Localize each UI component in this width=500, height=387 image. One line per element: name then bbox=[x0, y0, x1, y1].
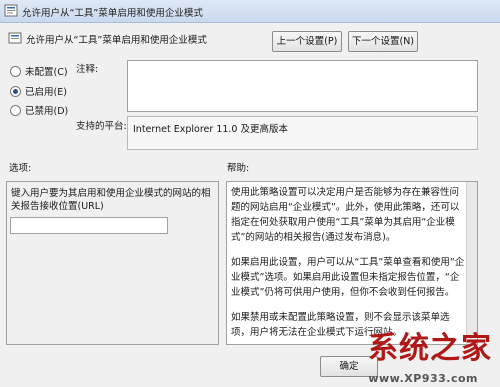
next-setting-button[interactable]: 下一个设置(N) bbox=[348, 31, 418, 52]
radio-label: 已禁用(D) bbox=[25, 106, 69, 117]
supported-platform-box: Internet Explorer 11.0 及更高版本 bbox=[127, 116, 478, 150]
watermark-logo: 系统之家 bbox=[368, 331, 492, 366]
policy-icon bbox=[4, 4, 18, 17]
watermark-url: www.XP933.com bbox=[368, 372, 478, 385]
help-paragraph: 如果启用此设置，用户可以从“工具”菜单查看和使用“企业模式”选项。如果启用此设置… bbox=[231, 257, 465, 298]
supported-platform-value: Internet Explorer 11.0 及更高版本 bbox=[133, 124, 288, 135]
radio-disabled[interactable]: 已禁用(D) bbox=[10, 103, 68, 117]
supported-platform-label: 支持的平台: bbox=[76, 121, 127, 132]
url-field-label: 键入用户要为其启用和使用企业模式的网站的相关报告接收位置(URL) bbox=[11, 188, 211, 212]
help-label: 帮助: bbox=[227, 163, 250, 174]
radio-button[interactable] bbox=[10, 85, 21, 97]
radio-button[interactable] bbox=[10, 65, 21, 77]
help-paragraph: 使用此策略设置可以决定用户是否能够为存在兼容性问题的网站启用“企业模式”。此外，… bbox=[231, 187, 460, 243]
radio-label: 未配置(C) bbox=[25, 67, 68, 78]
options-label: 选项: bbox=[9, 163, 32, 174]
radio-button[interactable] bbox=[10, 104, 21, 116]
policy-icon bbox=[8, 32, 22, 44]
options-pane: 键入用户要为其启用和使用企业模式的网站的相关报告接收位置(URL) bbox=[6, 181, 219, 345]
setting-title: 允许用户从“工具”菜单启用和使用企业模式 bbox=[26, 35, 207, 46]
comment-label: 注释: bbox=[76, 64, 99, 75]
radio-not-configured[interactable]: 未配置(C) bbox=[10, 64, 68, 78]
radio-label: 已启用(E) bbox=[25, 87, 67, 98]
comment-textarea[interactable] bbox=[127, 60, 478, 112]
title-bar: 允许用户从“工具”菜单启用和使用企业模式 bbox=[0, 0, 500, 23]
report-url-input[interactable] bbox=[10, 217, 168, 234]
help-pane: 使用此策略设置可以决定用户是否能够为存在兼容性问题的网站启用“企业模式”。此外，… bbox=[226, 181, 478, 345]
help-text: 使用此策略设置可以决定用户是否能够为存在兼容性问题的网站启用“企业模式”。此外，… bbox=[227, 182, 471, 344]
radio-enabled[interactable]: 已启用(E) bbox=[10, 84, 67, 98]
window-title: 允许用户从“工具”菜单启用和使用企业模式 bbox=[22, 8, 203, 19]
previous-setting-button[interactable]: 上一个设置(P) bbox=[272, 31, 342, 52]
